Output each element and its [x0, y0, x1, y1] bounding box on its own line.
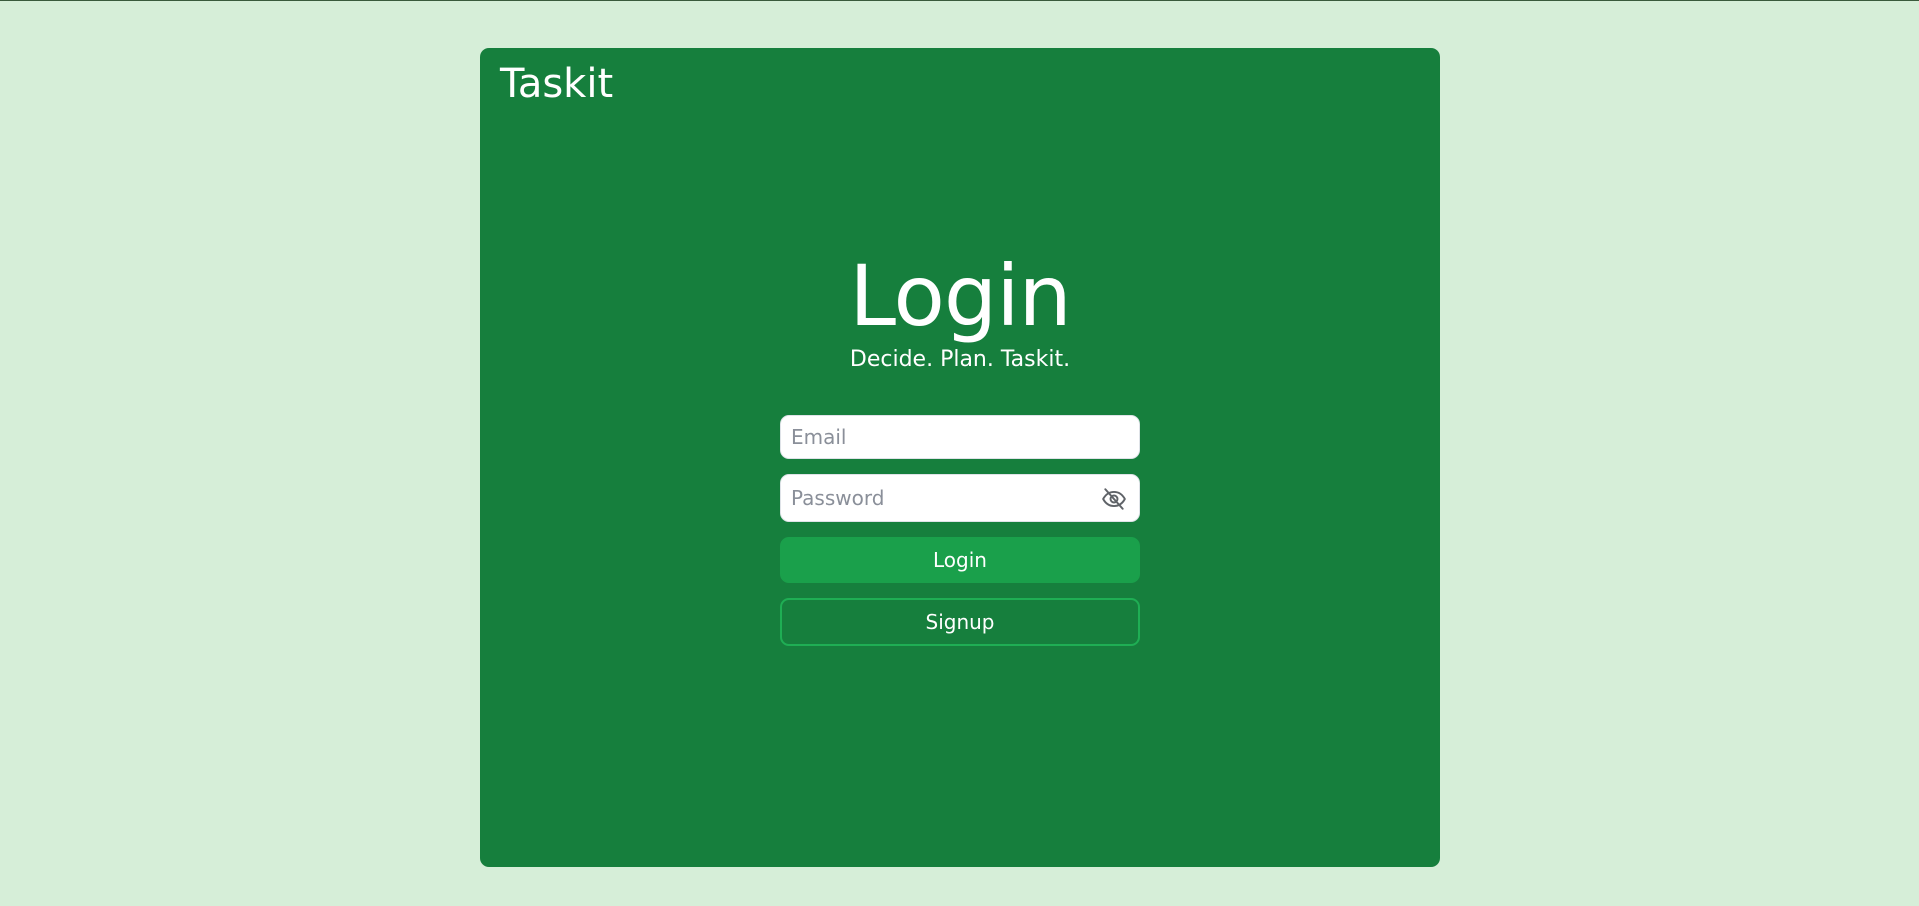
- page-subtitle: Decide. Plan. Taskit.: [849, 346, 1071, 372]
- email-input[interactable]: [781, 415, 1139, 458]
- login-card: Taskit Login Decide. Plan. Taskit. Login…: [480, 48, 1440, 867]
- brand-logo-text: Taskit: [500, 61, 614, 107]
- signup-button[interactable]: Signup: [780, 597, 1140, 646]
- eye-slash-icon[interactable]: [1099, 485, 1129, 513]
- password-field-wrapper: [780, 473, 1140, 522]
- page-title: Login: [849, 247, 1072, 345]
- login-form: Login Decide. Plan. Taskit. Login Signup: [780, 248, 1140, 646]
- email-field-wrapper: [780, 414, 1140, 459]
- password-input[interactable]: [781, 474, 1139, 521]
- login-button[interactable]: Login: [780, 536, 1140, 583]
